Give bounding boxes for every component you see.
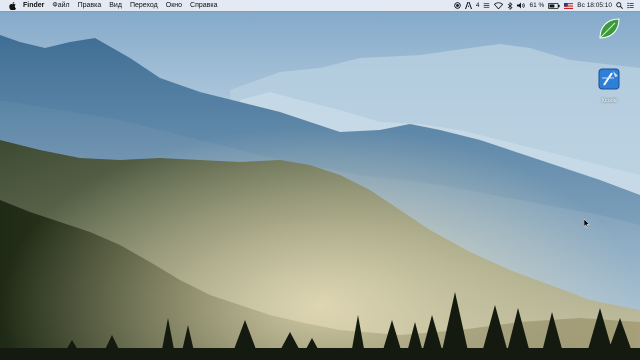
apple-icon[interactable] xyxy=(8,1,16,10)
desktop-wallpaper xyxy=(0,0,640,360)
spotlight-icon[interactable] xyxy=(616,0,623,11)
flag-us-icon[interactable] xyxy=(564,0,574,11)
notification-list-icon[interactable] xyxy=(627,0,634,11)
menu-help[interactable]: Справка xyxy=(186,0,221,11)
menu-window[interactable]: Окно xyxy=(162,0,186,11)
menu-app-finder[interactable]: Finder xyxy=(19,0,48,11)
battery-icon[interactable] xyxy=(548,0,560,11)
wifi-icon[interactable] xyxy=(494,0,504,11)
desktop-icon-leaf[interactable] xyxy=(596,16,622,47)
list-icon[interactable] xyxy=(483,0,490,11)
clock[interactable]: Вс 18:05:10 xyxy=(577,0,612,11)
bluetooth-icon[interactable] xyxy=(507,0,513,11)
volume-icon[interactable] xyxy=(517,0,526,11)
mouse-cursor-icon xyxy=(583,215,590,233)
desktop-icon-xcode[interactable]: Xcode xyxy=(596,66,622,104)
record-icon[interactable] xyxy=(454,0,461,11)
leaf-app-icon xyxy=(596,16,622,47)
adobe-icon[interactable] xyxy=(464,0,472,11)
menu-edit[interactable]: Правка xyxy=(74,0,106,11)
xcode-label: Xcode xyxy=(601,98,617,104)
input-count[interactable]: 4 xyxy=(476,0,480,11)
menu-go[interactable]: Переход xyxy=(126,0,162,11)
menu-bar: Finder Файл Правка Вид Переход Окно Спра… xyxy=(0,0,640,11)
menu-view[interactable]: Вид xyxy=(105,0,126,11)
battery-percent[interactable]: 61 % xyxy=(529,0,544,11)
menu-file[interactable]: Файл xyxy=(48,0,73,11)
xcode-icon xyxy=(596,66,622,97)
